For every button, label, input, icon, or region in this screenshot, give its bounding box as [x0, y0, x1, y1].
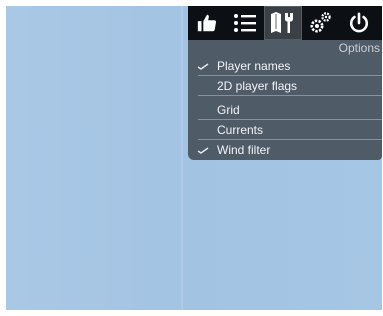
option-divider	[198, 119, 382, 120]
option-player-names[interactable]: Player names	[188, 58, 382, 78]
thumbs-up-icon	[196, 12, 218, 34]
option-divider	[198, 95, 382, 96]
gears-icon	[309, 11, 333, 35]
list-icon	[233, 12, 257, 34]
list-button[interactable]	[226, 6, 264, 40]
power-icon	[348, 12, 370, 34]
thumbs-up-button[interactable]	[188, 6, 226, 40]
map-tile-seam	[181, 6, 183, 310]
option-label: Currents	[217, 123, 264, 137]
options-title: Options	[338, 41, 380, 55]
options-panel: Options Player names 2D player flags Gri…	[188, 40, 382, 160]
option-grid[interactable]: Grid	[188, 102, 382, 122]
option-label: Player names	[217, 59, 291, 73]
map-view[interactable]: Options Player names 2D player flags Gri…	[6, 6, 382, 310]
option-label: Wind filter	[217, 143, 271, 157]
power-button[interactable]	[340, 6, 378, 40]
checkmark-icon	[197, 147, 209, 154]
option-2d-player-flags[interactable]: 2D player flags	[188, 78, 382, 98]
map-tools-icon	[270, 11, 296, 35]
options-button[interactable]	[264, 6, 302, 40]
option-divider	[198, 139, 382, 140]
settings-button[interactable]	[302, 6, 340, 40]
option-label: 2D player flags	[217, 79, 298, 93]
option-currents[interactable]: Currents	[188, 122, 382, 142]
checkmark-icon	[197, 63, 209, 70]
option-label: Grid	[217, 103, 240, 117]
top-toolbar	[188, 6, 382, 40]
option-wind-filter[interactable]: Wind filter	[188, 142, 382, 162]
option-divider	[198, 75, 382, 76]
